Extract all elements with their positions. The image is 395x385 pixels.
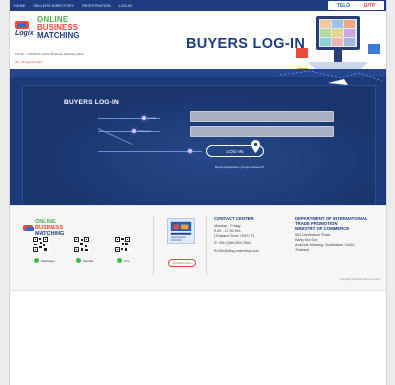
contact-email-address: info@tilog-matching.com	[218, 249, 259, 253]
forgot-password-link[interactable]: Forgot password?	[242, 165, 264, 169]
event-tagline: TILOG - LOGISTIX Online Business Matchin…	[15, 52, 84, 56]
nav-login-link[interactable]: LOG-IN	[119, 4, 132, 8]
line-qr-code	[114, 236, 131, 253]
nav-registration-link[interactable]: REGISTRATION	[82, 4, 111, 8]
email-label: E-mail	[148, 116, 156, 120]
department-title-3: MINISTRY OF COMMERCE	[295, 226, 350, 231]
header: Logix ONLINE BUSINESS MATCHING TILOG - L…	[10, 11, 386, 76]
form-title: BUYERS LOG-IN	[64, 99, 119, 106]
whatsapp-icon	[34, 258, 39, 263]
event-dates: 28 - 31 August 2023	[15, 60, 42, 64]
whatsapp-label: Whatsapp	[41, 258, 55, 263]
line-icon	[117, 258, 122, 263]
wechat-label: Wechat	[83, 258, 94, 263]
email-dot	[142, 116, 146, 120]
contact-phone[interactable]: ✆ +66 (0)89-089-7804	[214, 241, 251, 246]
contact-phone-number: +66 (0)89-089-7804	[218, 241, 251, 245]
password-connector-line	[98, 131, 160, 132]
site-logo[interactable]: Logix ONLINE BUSINESS MATCHING	[15, 15, 80, 51]
login-connector-line	[98, 151, 202, 152]
footer-tel-mark	[23, 225, 34, 231]
line-label: Line	[124, 258, 130, 263]
contact-center-title: CONTACT CENTER	[214, 216, 254, 221]
login-dot	[188, 149, 192, 153]
telo-logo: TELO	[336, 2, 351, 9]
whatsapp-qr-code	[32, 236, 49, 253]
line-link[interactable]: Line	[117, 258, 130, 263]
contact-email[interactable]: ✉ info@tilog-matching.com	[214, 249, 259, 254]
address-line-4: Thailand	[295, 248, 310, 252]
tel-logo-mark	[15, 21, 29, 29]
wechat-link[interactable]: Wechat	[76, 258, 93, 263]
password-dot	[132, 129, 136, 133]
buyers-registration-link[interactable]: Buyers Registration	[215, 165, 239, 169]
logo-logix-text: Logix	[15, 30, 34, 37]
footer-divider-1	[153, 216, 154, 276]
whatsapp-link[interactable]: Whatsapp	[34, 258, 55, 263]
partner-logos: TELO DITP	[328, 1, 384, 10]
wechat-qr-code	[73, 236, 90, 253]
wechat-icon	[76, 258, 81, 263]
brochure-thumbnail[interactable]	[167, 218, 195, 244]
password-input[interactable]	[190, 126, 334, 137]
password-label: Password	[138, 129, 151, 133]
ditp-logo: DITP	[363, 2, 376, 9]
top-nav: HOME SELLERS DIRECTORY REGISTRATION LOG-…	[10, 0, 386, 11]
footer-divider-2	[206, 216, 207, 276]
copyright: Copyright ©2023 All rights reserved	[340, 278, 380, 281]
email-input[interactable]	[190, 111, 334, 122]
contact-hours-3: (Thailand Time: GMT+7)	[214, 234, 255, 238]
login-links: Buyers Registration | Forgot password?	[215, 165, 264, 169]
nav-sellers-directory-link[interactable]: SELLERS DIRECTORY	[33, 4, 74, 8]
page-title: BUYERS LOG-IN	[186, 36, 306, 52]
download-button[interactable]: DOWNLOAD	[168, 259, 196, 267]
nav-home-link[interactable]: HOME	[14, 4, 25, 8]
page: HOME SELLERS DIRECTORY REGISTRATION LOG-…	[9, 0, 387, 385]
logo-matching-text: MATCHING	[37, 31, 80, 40]
pointer-icon	[251, 140, 260, 153]
